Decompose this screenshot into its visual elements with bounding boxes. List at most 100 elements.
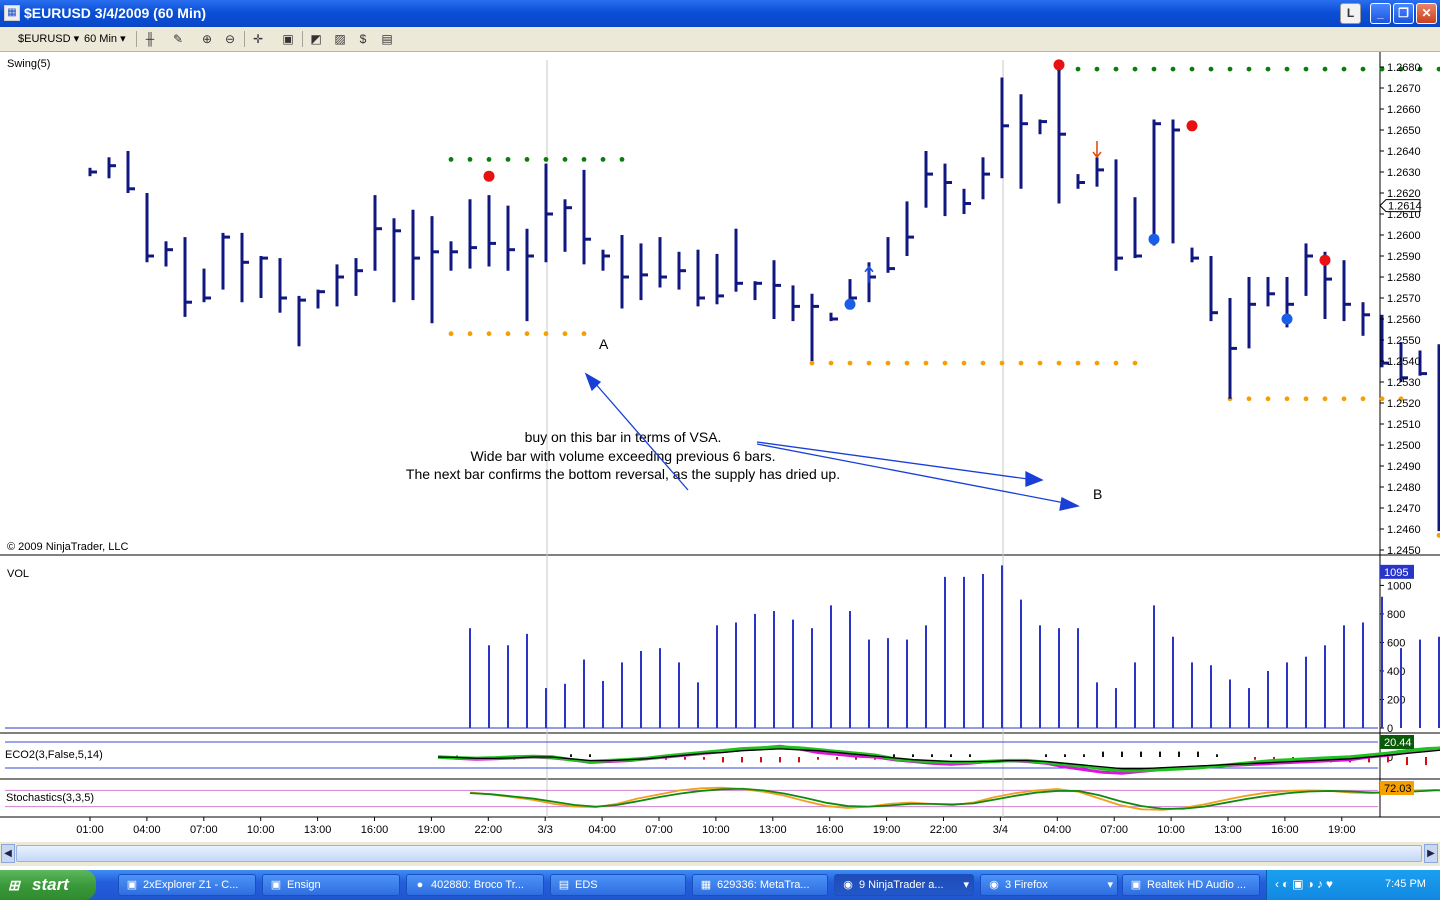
price-tick-label: 1.2550 <box>1387 335 1421 347</box>
time-tick-label: 01:00 <box>76 824 104 836</box>
price-tick-label: 1.2480 <box>1387 482 1421 494</box>
swing-high-dot <box>1151 66 1157 72</box>
instrument-dropdown[interactable]: $EURUSD ▾ <box>18 31 79 47</box>
annotation-label-a: A <box>599 336 609 352</box>
maximize-button[interactable]: ❐ <box>1393 3 1414 24</box>
properties-icon[interactable]: ▤ <box>379 31 395 47</box>
swing-low-dot <box>828 360 834 366</box>
taskbar-item-ninjatrader[interactable]: ◉ 9 NinjaTrader a... ▾ <box>834 874 974 896</box>
taskbar-item-realtek[interactable]: ▣ Realtek HD Audio ... <box>1122 874 1260 896</box>
swing-low-dot <box>1132 360 1138 366</box>
time-tick-label: 22:00 <box>930 824 958 836</box>
title-bar: ▦ $EURUSD 3/4/2009 (60 Min) L _ ❐ ✕ <box>0 0 1440 27</box>
period-dropdown[interactable]: 60 Min ▾ <box>84 31 126 47</box>
swing-low-dot <box>467 331 473 337</box>
currency-icon[interactable]: $ <box>355 31 371 47</box>
scroll-left-icon[interactable]: ◀ <box>1 844 15 863</box>
swing-high-dot <box>1170 66 1176 72</box>
taskbar-item-label: 9 NinjaTrader a... <box>859 879 944 891</box>
swing-low-dot <box>1284 396 1290 402</box>
scrollbar-thumb[interactable] <box>16 845 1422 862</box>
crosshair-icon[interactable]: ✛ <box>250 31 266 47</box>
down-arrow-icon <box>1092 141 1102 159</box>
price-tick-label: 1.2560 <box>1387 314 1421 326</box>
time-tick-label: 10:00 <box>702 824 730 836</box>
data-box-icon[interactable]: ▣ <box>280 31 296 47</box>
firefox-icon: ◉ <box>989 879 999 891</box>
swing-low-dot <box>486 331 492 337</box>
swing-high-dot <box>1094 66 1100 72</box>
volume-tick-label: 200 <box>1387 694 1405 706</box>
chevron-down-icon: ▾ <box>963 879 969 891</box>
realtek-icon: ▣ <box>1130 879 1142 891</box>
swing-high-dot <box>448 157 454 162</box>
volume-tick-label: 1000 <box>1387 580 1411 592</box>
price-tick-label: 1.2540 <box>1387 356 1421 368</box>
swing-high-dot <box>543 157 549 162</box>
zoom-out-icon[interactable]: ⊖ <box>222 31 238 47</box>
swing-low-dot <box>1094 360 1100 366</box>
chart-area[interactable]: Swing(5) © 2009 NinjaTrader, LLC VOL ECO… <box>0 52 1440 840</box>
start-button[interactable]: ⊞ start <box>0 870 96 900</box>
stochastics-indicator-label: Stochastics(3,3,5) <box>6 792 94 804</box>
swing-low-dot <box>1379 396 1385 402</box>
time-tick-label: 07:00 <box>645 824 673 836</box>
price-tick-label: 1.2450 <box>1387 545 1421 557</box>
annotation-note-line-3: The next bar confirms the bottom reversa… <box>406 466 840 482</box>
swing-high-dot <box>486 157 492 162</box>
scroll-right-icon[interactable]: ▶ <box>1424 844 1438 863</box>
price-tick-label: 1.2510 <box>1387 419 1421 431</box>
metatrader-icon: ▦ <box>700 879 712 891</box>
swing-low-marker <box>1281 313 1293 325</box>
draw-pencil-icon[interactable]: ✎ <box>170 31 186 47</box>
swing-low-dot <box>980 360 986 366</box>
taskbar-item-broco[interactable]: ● 402880: Broco Tr... <box>406 874 544 896</box>
time-tick-label: 19:00 <box>873 824 901 836</box>
taskbar-item-firefox[interactable]: ◉ 3 Firefox ▾ <box>980 874 1118 896</box>
explorer-icon: ▣ <box>126 879 138 891</box>
swing-high-dot <box>1189 66 1195 72</box>
price-tick-label: 1.2460 <box>1387 524 1421 536</box>
time-tick-label: 04:00 <box>1044 824 1072 836</box>
taskbar-item-eds[interactable]: ▤ EDS <box>550 874 686 896</box>
swing-high-dot <box>1322 66 1328 72</box>
time-tick-label: 16:00 <box>361 824 389 836</box>
windows-logo-icon: ⊞ <box>8 877 20 893</box>
chart-canvas[interactable]: Swing(5) © 2009 NinjaTrader, LLC VOL ECO… <box>0 52 1440 840</box>
time-tick-label: 10:00 <box>1157 824 1185 836</box>
swing-low-dot <box>942 360 948 366</box>
close-button[interactable]: ✕ <box>1416 3 1437 24</box>
start-label: start <box>32 875 69 894</box>
swing-low-dot <box>1436 532 1440 538</box>
price-tick-label: 1.2670 <box>1387 83 1421 95</box>
price-tick-label: 1.2490 <box>1387 461 1421 473</box>
taskbar-item-2xexplorer[interactable]: ▣ 2xExplorer Z1 - C... <box>118 874 256 896</box>
taskbar-item-ensign[interactable]: ▣ Ensign <box>262 874 400 896</box>
swing-low-dot <box>809 360 815 366</box>
l-button[interactable]: L <box>1340 3 1361 24</box>
swing-high-dot <box>1436 66 1440 72</box>
indicators-icon[interactable]: ◩ <box>308 31 324 47</box>
bar-style-icon[interactable]: ╫ <box>142 31 158 47</box>
horizontal-scrollbar[interactable]: ◀ ▶ <box>0 842 1440 866</box>
taskbar-item-metatrader[interactable]: ▦ 629336: MetaTra... <box>692 874 828 896</box>
zoom-in-icon[interactable]: ⊕ <box>199 31 215 47</box>
minimize-button[interactable]: _ <box>1370 3 1391 24</box>
swing-low-dot <box>581 331 587 337</box>
tray-icons[interactable]: ‹◐▣◑♪♥ <box>1275 877 1336 891</box>
swing-high-dot <box>1284 66 1290 72</box>
swing-high-dot <box>467 157 473 162</box>
strategies-icon[interactable]: ▨ <box>332 31 348 47</box>
swing-low-dot <box>562 331 568 337</box>
swing-low-dot <box>866 360 872 366</box>
swing-low-dot <box>524 331 530 337</box>
swing-high-dot <box>581 157 587 162</box>
swing-high-dot <box>1208 66 1214 72</box>
time-tick-label: 19:00 <box>418 824 446 836</box>
swing-low-dot <box>1246 396 1252 402</box>
price-tick-label: 1.2580 <box>1387 272 1421 284</box>
swing-low-dot <box>1113 360 1119 366</box>
price-tick-label: 1.2590 <box>1387 251 1421 263</box>
annotation-label-b: B <box>1093 486 1102 502</box>
swing-high-dot <box>562 157 568 162</box>
